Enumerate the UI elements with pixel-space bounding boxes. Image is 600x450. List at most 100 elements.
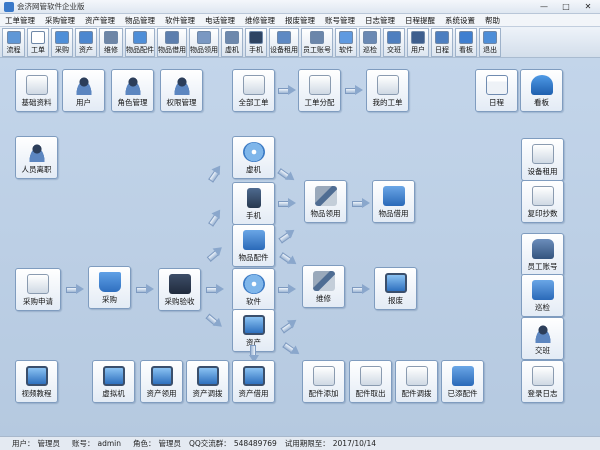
- node-all-tickets[interactable]: 全部工单: [232, 69, 275, 112]
- parts-list-icon: [451, 366, 474, 386]
- node-label: 日程: [489, 98, 504, 107]
- node-part-add[interactable]: 配件添加: [302, 360, 345, 403]
- menu-schedule[interactable]: 日程提醒: [400, 15, 440, 26]
- node-vm[interactable]: 虚机: [232, 136, 275, 179]
- node-purchase[interactable]: 采购: [88, 266, 131, 309]
- node-part-remove[interactable]: 配件取出: [349, 360, 392, 403]
- toolbar-button-5[interactable]: 物品配件: [125, 28, 155, 57]
- minimize-button[interactable]: —: [534, 1, 554, 12]
- node-device-rent[interactable]: 设备租用: [521, 138, 564, 181]
- log-icon: [531, 366, 554, 386]
- node-users[interactable]: 用户: [62, 69, 105, 112]
- cart-icon: [55, 31, 69, 44]
- arrow-up-right-icon: [206, 207, 225, 227]
- node-copy-count[interactable]: 复印抄数: [521, 180, 564, 223]
- toolbar-button-15[interactable]: 用户: [407, 28, 429, 57]
- node-staff-leave[interactable]: 人员离职: [15, 136, 58, 179]
- node-my-tickets[interactable]: 我的工单: [366, 69, 409, 112]
- node-label: 资产借用: [238, 389, 269, 398]
- node-repair[interactable]: 维修: [302, 265, 345, 308]
- node-item-borrow[interactable]: 物品借用: [372, 180, 415, 223]
- menu-software[interactable]: 软件管理: [160, 15, 200, 26]
- box-icon: [165, 31, 179, 44]
- toolbar-button-14[interactable]: 交班: [383, 28, 405, 57]
- node-label: 物品借用: [378, 209, 409, 218]
- node-ticket-assign[interactable]: 工单分配: [298, 69, 341, 112]
- arrow-right-icon: [136, 284, 154, 294]
- node-vm-bottom[interactable]: 虚拟机: [92, 360, 135, 403]
- node-item-receive[interactable]: 物品领用: [304, 180, 347, 223]
- toolbar-button-1[interactable]: 工单: [27, 28, 49, 57]
- node-label: 物品领用: [310, 209, 341, 218]
- node-asset-receive[interactable]: 资产领用: [140, 360, 183, 403]
- part-add-icon: [312, 366, 335, 386]
- menu-purchase[interactable]: 采购管理: [40, 15, 80, 26]
- node-roles[interactable]: 角色管理: [111, 69, 154, 112]
- menu-scrap[interactable]: 报废管理: [280, 15, 320, 26]
- toolbar-button-17[interactable]: 看板: [455, 28, 477, 57]
- node-software[interactable]: 软件: [232, 268, 275, 311]
- toolbar-button-label: 物品领用: [190, 46, 218, 54]
- toolbar-button-9[interactable]: 手机: [245, 28, 267, 57]
- menu-account[interactable]: 账号管理: [320, 15, 360, 26]
- toolbar-button-label: 巡检: [363, 46, 377, 54]
- toolbar-button-6[interactable]: 物品借用: [157, 28, 187, 57]
- toolbar-button-3[interactable]: 资产: [75, 28, 97, 57]
- menu-ticket[interactable]: 工单管理: [0, 15, 40, 26]
- menu-asset[interactable]: 资产管理: [80, 15, 120, 26]
- node-label: 角色管理: [117, 98, 148, 107]
- status-expire-label: 试用期限至：: [284, 439, 330, 448]
- status-expire-value: 2017/10/14: [332, 439, 376, 448]
- menu-phone[interactable]: 电话管理: [200, 15, 240, 26]
- node-label: 我的工单: [372, 98, 403, 107]
- toolbar-button-2[interactable]: 采购: [51, 28, 73, 57]
- wrench-icon: [312, 271, 335, 291]
- toolbar-button-13[interactable]: 巡检: [359, 28, 381, 57]
- node-asset-borrow[interactable]: 资产借用: [232, 360, 275, 403]
- maximize-button[interactable]: □: [556, 1, 576, 12]
- toolbar-button-11[interactable]: 员工账号: [301, 28, 333, 57]
- menu-log[interactable]: 日志管理: [360, 15, 400, 26]
- node-asset-transfer[interactable]: 资产调拨: [186, 360, 229, 403]
- menu-settings[interactable]: 系统设置: [440, 15, 480, 26]
- node-label: 采购申请: [23, 297, 53, 306]
- status-account-value: admin: [97, 439, 122, 448]
- node-inspection[interactable]: 巡检: [521, 274, 564, 317]
- node-board[interactable]: 看板: [520, 69, 563, 112]
- inspection-icon: [531, 280, 554, 300]
- cd-icon: [339, 31, 353, 44]
- node-label: 手机: [246, 211, 261, 220]
- toolbar-button-12[interactable]: 软件: [335, 28, 357, 57]
- toolbar-button-4[interactable]: 维修: [99, 28, 123, 57]
- node-basic-data[interactable]: 基础资料: [15, 69, 58, 112]
- menu-repair[interactable]: 维修管理: [240, 15, 280, 26]
- node-item-parts[interactable]: 物品配件: [232, 224, 275, 267]
- node-purchase-accept[interactable]: 采购验收: [158, 268, 201, 311]
- node-part-added[interactable]: 已添配件: [441, 360, 484, 403]
- toolbar-button-0[interactable]: 流程: [2, 28, 25, 57]
- node-part-transfer[interactable]: 配件调拨: [395, 360, 438, 403]
- node-purchase-request[interactable]: 采购申请: [15, 268, 61, 311]
- toolbar-button-18[interactable]: 退出: [479, 28, 501, 57]
- node-label: 已添配件: [447, 389, 478, 398]
- arrow-up-right-icon: [279, 316, 299, 335]
- node-permissions[interactable]: 权限管理: [160, 69, 203, 112]
- close-button[interactable]: ✕: [578, 1, 598, 12]
- user-icon: [411, 31, 425, 44]
- node-login-log[interactable]: 登录日志: [521, 360, 564, 403]
- node-staff-account[interactable]: 员工账号: [521, 233, 564, 276]
- menu-bar: 工单管理 采购管理 资产管理 物品管理 软件管理 电话管理 维修管理 报废管理 …: [0, 14, 600, 27]
- toolbar-button-7[interactable]: 物品领用: [189, 28, 219, 57]
- node-phone[interactable]: 手机: [232, 182, 275, 225]
- toolbar-button-16[interactable]: 日程: [431, 28, 453, 57]
- toolbar-button-label: 员工账号: [303, 46, 331, 54]
- node-video-tutorial[interactable]: 视频教程: [15, 360, 58, 403]
- toolbar-button-10[interactable]: 设备租用: [269, 28, 299, 57]
- node-scrap[interactable]: 报废: [374, 267, 417, 310]
- node-handover[interactable]: 交班: [521, 317, 564, 360]
- tools-icon: [104, 31, 118, 44]
- node-schedule[interactable]: 日程: [475, 69, 518, 112]
- toolbar-button-8[interactable]: 虚机: [221, 28, 243, 57]
- menu-item-goods[interactable]: 物品管理: [120, 15, 160, 26]
- menu-help[interactable]: 帮助: [480, 15, 505, 26]
